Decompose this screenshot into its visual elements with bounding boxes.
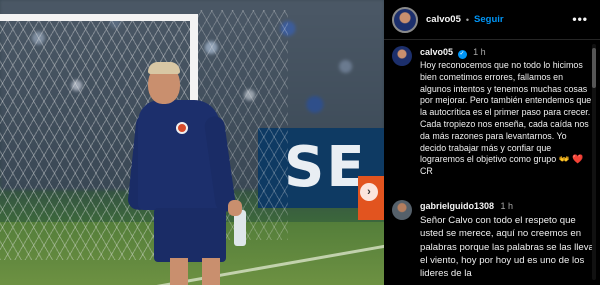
- player-figure: [127, 60, 250, 285]
- comment-body: Hoy reconocemos que no todo lo hicimos b…: [420, 60, 592, 165]
- player-hand: [228, 200, 242, 216]
- verified-badge-icon: ✓: [457, 50, 467, 59]
- team-crest: [176, 122, 188, 134]
- comment-time[interactable]: 1 h: [501, 201, 514, 211]
- follow-button[interactable]: Seguir: [474, 14, 504, 25]
- next-image-icon[interactable]: ›: [360, 183, 378, 201]
- player-leg-right: [202, 258, 220, 285]
- player-shorts: [154, 208, 226, 262]
- comments-panel: calvo05 • Seguir ••• calvo05 ✓ 1 h Hoy r…: [384, 0, 600, 285]
- player-hair: [148, 62, 180, 74]
- comment-username[interactable]: gabrielguido1308: [420, 201, 494, 211]
- hands-emoji: 👐: [558, 154, 570, 165]
- avatar[interactable]: [392, 6, 418, 33]
- player-leg-left: [170, 258, 188, 285]
- goal-crossbar: [0, 14, 196, 21]
- comment-meta: gabrielguido1308 1 h: [420, 201, 513, 211]
- comment-suffix: CR: [420, 166, 433, 177]
- comment-username[interactable]: calvo05: [420, 47, 453, 57]
- comment-avatar[interactable]: [392, 46, 412, 66]
- comment-meta: calvo05 ✓ 1 h: [420, 47, 486, 59]
- comment-time[interactable]: 1 h: [473, 47, 486, 57]
- post-header: calvo05 • Seguir •••: [384, 0, 600, 40]
- comment-text: Señor Calvo con todo el respeto que uste…: [420, 215, 594, 280]
- scrollbar-thumb[interactable]: [592, 48, 596, 88]
- header-username[interactable]: calvo05: [426, 14, 461, 25]
- comment-text: Hoy reconocemos que no todo lo hicimos b…: [420, 60, 594, 178]
- separator-dot: •: [465, 14, 470, 25]
- instagram-post-view: SE › calvo05 • Seguir ••• calvo05 ✓ 1 h …: [0, 0, 600, 285]
- comment-avatar[interactable]: [392, 200, 412, 220]
- post-photo[interactable]: SE ›: [0, 0, 384, 285]
- more-options-icon[interactable]: •••: [572, 12, 588, 26]
- heart-emoji: ❤️: [572, 154, 584, 165]
